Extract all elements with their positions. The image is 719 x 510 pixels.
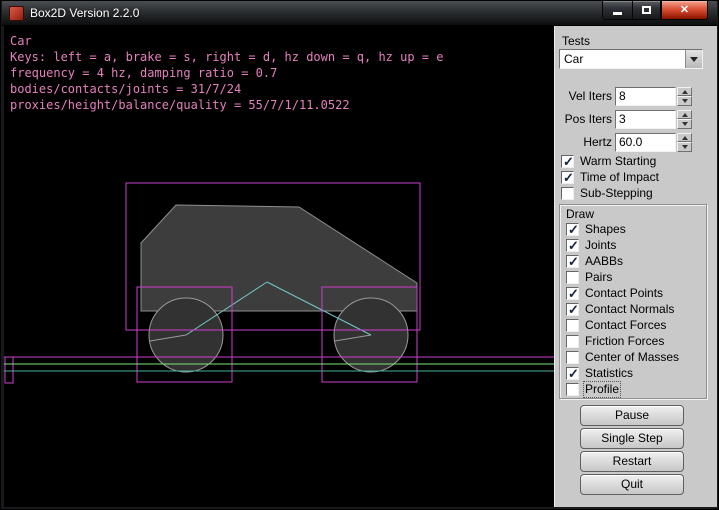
contact-points-checkbox[interactable]: Contact Points xyxy=(566,286,663,301)
draw-group-label: Draw xyxy=(566,207,594,221)
checkbox-label: Contact Points xyxy=(585,287,663,300)
checkbox-box xyxy=(566,223,579,236)
hud-proxy-stats: proxies/height/balance/quality = 55/7/1/… xyxy=(10,97,443,113)
control-panel: Tests Car Vel Iters 8 Pos Iters 3 H xyxy=(554,26,717,507)
hud-keys: Keys: left = a, brake = s, right = d, hz… xyxy=(10,49,443,65)
checkbox-label: Statistics xyxy=(585,367,633,380)
spinner-down-icon xyxy=(682,99,688,103)
vel-iters-label: Vel Iters xyxy=(555,87,612,106)
tests-dropdown-value: Car xyxy=(560,50,685,68)
vel-iters-spinner: Vel Iters 8 xyxy=(555,87,695,106)
quit-button[interactable]: Quit xyxy=(580,474,684,495)
minimize-icon xyxy=(613,12,622,15)
checkbox-box xyxy=(566,367,579,380)
hertz-label: Hertz xyxy=(555,133,612,152)
checkbox-box xyxy=(561,187,574,200)
checkbox-box xyxy=(566,287,579,300)
window-title: Box2D Version 2.2.0 xyxy=(30,1,139,25)
pause-button[interactable]: Pause xyxy=(580,405,684,426)
checkbox-box xyxy=(561,171,574,184)
titlebar[interactable]: Box2D Version 2.2.0 ✕ xyxy=(2,1,717,26)
contact-forces-checkbox[interactable]: Contact Forces xyxy=(566,318,666,333)
pos-iters-down-button[interactable] xyxy=(677,119,692,129)
draw-group: Draw Shapes Joints AABBs Pairs Contact P… xyxy=(559,204,707,399)
vel-iters-input[interactable]: 8 xyxy=(615,87,676,106)
chevron-down-icon xyxy=(690,57,698,62)
checkbox-label: Contact Forces xyxy=(585,319,666,332)
debug-hud: Car Keys: left = a, brake = s, right = d… xyxy=(10,33,443,113)
pairs-checkbox[interactable]: Pairs xyxy=(566,270,612,285)
checkbox-label: AABBs xyxy=(585,255,623,268)
time-of-impact-checkbox[interactable]: Time of Impact xyxy=(561,170,659,185)
simulation-canvas[interactable]: Car Keys: left = a, brake = s, right = d… xyxy=(4,26,554,507)
checkbox-label: Sub-Stepping xyxy=(580,187,653,200)
hertz-down-button[interactable] xyxy=(677,142,692,152)
sub-stepping-checkbox[interactable]: Sub-Stepping xyxy=(561,186,653,201)
spinner-down-icon xyxy=(682,122,688,126)
spinner-up-icon xyxy=(682,136,688,140)
ground-end-aabb xyxy=(5,357,13,383)
hud-frequency: frequency = 4 hz, damping ratio = 0.7 xyxy=(10,65,443,81)
checkbox-box xyxy=(566,255,579,268)
spinner-down-icon xyxy=(682,145,688,149)
hertz-input[interactable]: 60.0 xyxy=(615,133,676,152)
hertz-spinner: Hertz 60.0 xyxy=(555,133,695,152)
app-icon xyxy=(9,6,24,21)
tests-dropdown[interactable]: Car xyxy=(559,49,703,69)
profile-checkbox[interactable]: Profile xyxy=(566,382,619,397)
window-controls: ✕ xyxy=(602,1,708,20)
tests-label: Tests xyxy=(562,34,590,48)
contact-normals-checkbox[interactable]: Contact Normals xyxy=(566,302,674,317)
checkbox-label: Profile xyxy=(585,383,619,396)
close-icon: ✕ xyxy=(680,2,689,19)
checkbox-box xyxy=(561,155,574,168)
restart-button[interactable]: Restart xyxy=(580,451,684,472)
tests-dropdown-button[interactable] xyxy=(685,50,702,68)
app-window: Box2D Version 2.2.0 ✕ xyxy=(0,0,719,510)
close-button[interactable]: ✕ xyxy=(661,1,708,20)
checkbox-box xyxy=(566,335,579,348)
checkbox-label: Joints xyxy=(585,239,616,252)
pos-iters-spinner: Pos Iters 3 xyxy=(555,110,695,129)
checkbox-label: Shapes xyxy=(585,223,626,236)
single-step-button[interactable]: Single Step xyxy=(580,428,684,449)
checkbox-label: Warm Starting xyxy=(580,155,656,168)
friction-forces-checkbox[interactable]: Friction Forces xyxy=(566,334,664,349)
maximize-button[interactable] xyxy=(632,1,661,20)
joints-checkbox[interactable]: Joints xyxy=(566,238,616,253)
vel-iters-up-button[interactable] xyxy=(677,87,692,96)
statistics-checkbox[interactable]: Statistics xyxy=(566,366,633,381)
shapes-checkbox[interactable]: Shapes xyxy=(566,222,626,237)
checkbox-label: Contact Normals xyxy=(585,303,674,316)
checkbox-box xyxy=(566,351,579,364)
pos-iters-up-button[interactable] xyxy=(677,110,692,119)
hertz-up-button[interactable] xyxy=(677,133,692,142)
aabbs-checkbox[interactable]: AABBs xyxy=(566,254,623,269)
pos-iters-label: Pos Iters xyxy=(555,110,612,129)
hud-bodies-stats: bodies/contacts/joints = 31/7/24 xyxy=(10,81,443,97)
checkbox-label: Friction Forces xyxy=(585,335,664,348)
minimize-button[interactable] xyxy=(602,1,632,20)
vel-iters-down-button[interactable] xyxy=(677,96,692,106)
car-chassis xyxy=(141,205,417,311)
checkbox-box xyxy=(566,303,579,316)
checkbox-label: Time of Impact xyxy=(580,171,659,184)
spinner-up-icon xyxy=(682,90,688,94)
checkbox-box xyxy=(566,383,579,396)
checkbox-box xyxy=(566,319,579,332)
checkbox-box xyxy=(566,271,579,284)
center-of-masses-checkbox[interactable]: Center of Masses xyxy=(566,350,679,365)
maximize-icon xyxy=(642,6,651,14)
checkbox-box xyxy=(566,239,579,252)
checkbox-label: Pairs xyxy=(585,271,612,284)
hud-test-name: Car xyxy=(10,33,443,49)
checkbox-label: Center of Masses xyxy=(585,351,679,364)
warm-starting-checkbox[interactable]: Warm Starting xyxy=(561,154,656,169)
pos-iters-input[interactable]: 3 xyxy=(615,110,676,129)
spinner-up-icon xyxy=(682,113,688,117)
